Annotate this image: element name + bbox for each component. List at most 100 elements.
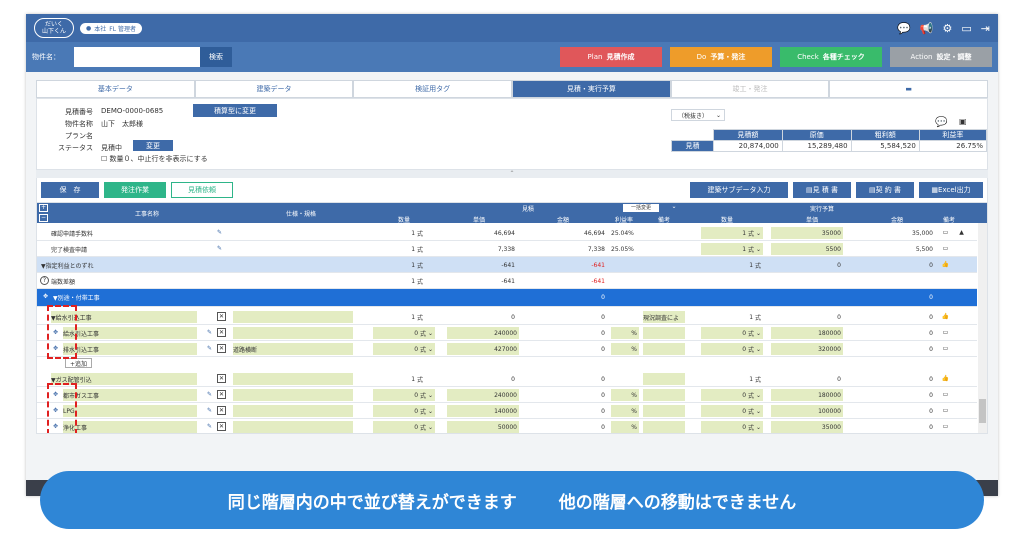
table-row[interactable]: ▼給水引込工事 ✕ 1 式 0 0 現況調査によ 1 式 0 0 👍: [37, 309, 977, 325]
mode-plan-button[interactable]: Plan 見積作成: [560, 47, 662, 67]
mode-do-button[interactable]: Do 予算・発注: [670, 47, 772, 67]
edit-icon[interactable]: ✎: [205, 390, 214, 399]
convert-button[interactable]: 積算型に変更: [193, 104, 277, 117]
row-name-input[interactable]: LPG: [63, 405, 197, 417]
delete-icon[interactable]: ✕: [217, 374, 226, 383]
row-note-input[interactable]: [643, 327, 685, 339]
collapse-toggle[interactable]: ⌃: [36, 170, 988, 178]
budget-qty-select[interactable]: 0 式 ⌄: [701, 327, 763, 339]
budget-qty-select[interactable]: 1 式 ⌄: [701, 243, 763, 255]
table-row[interactable]: ✥ 都市ガス工事 ✎ ✕ 0 式 ⌄ 240000 0 % 0 式 ⌄ 1800…: [37, 387, 977, 403]
table-row[interactable]: ✥ 浄化工事 ✎ ✕ 0 式 ⌄ 50000 0 % 0 式 ⌄ 35000 0…: [37, 419, 977, 433]
table-row[interactable]: ▼指定利益とのずれ 1 式 -641 -641 1 式 0 0 👍: [37, 257, 977, 273]
logout-icon[interactable]: ⇥: [981, 22, 990, 35]
quote-doc-button[interactable]: ▤ 見 積 書: [793, 182, 851, 198]
add-row-button[interactable]: +追加: [65, 358, 93, 368]
delete-icon[interactable]: ✕: [217, 422, 226, 431]
row-name-input[interactable]: 給水引込工事: [63, 327, 197, 339]
expand-all-button[interactable]: +: [39, 204, 48, 212]
delete-icon[interactable]: ✕: [217, 390, 226, 399]
price-input[interactable]: 50000: [447, 421, 519, 433]
drag-handle-icon[interactable]: ✥: [41, 292, 50, 301]
delete-icon[interactable]: ✕: [217, 312, 226, 321]
section-band[interactable]: ✥ ▼別途・付帯工事 0 0: [37, 289, 977, 307]
row-name-input[interactable]: 都市ガス工事: [63, 389, 197, 401]
row-spec-input[interactable]: 道路横断: [233, 343, 353, 355]
margin-input[interactable]: %: [611, 327, 639, 339]
row-name-input[interactable]: 浄化工事: [63, 421, 197, 433]
price-input[interactable]: 140000: [447, 405, 519, 417]
comment-icon[interactable]: ▭: [941, 328, 950, 337]
sub-data-input-button[interactable]: 建築サブデータ入力: [690, 182, 788, 198]
edit-icon[interactable]: ✎: [205, 422, 214, 431]
bulk-change-button[interactable]: 一括変更: [623, 204, 659, 212]
scroll-up-icon[interactable]: ▲: [957, 228, 966, 237]
budget-price-input[interactable]: 320000: [771, 343, 843, 355]
table-row[interactable]: ✥ 給水引込工事 ✎ ✕ 0 式 ⌄ 240000 0 % 0 式 ⌄ 1800…: [37, 325, 977, 341]
tab-completion[interactable]: 竣工・発注: [670, 80, 830, 98]
budget-qty-select[interactable]: 0 式 ⌄: [701, 421, 763, 433]
row-spec-input[interactable]: [233, 389, 353, 401]
quote-request-button[interactable]: 見積依頼: [171, 182, 233, 198]
budget-qty-select[interactable]: 0 式 ⌄: [701, 343, 763, 355]
margin-input[interactable]: %: [611, 421, 639, 433]
budget-price-input[interactable]: 100000: [771, 405, 843, 417]
search-button[interactable]: 検索: [200, 47, 232, 67]
status-change-button[interactable]: 変更: [133, 140, 173, 151]
folder-icon[interactable]: ▭: [961, 22, 971, 35]
margin-input[interactable]: %: [611, 343, 639, 355]
row-spec-input[interactable]: [233, 421, 353, 433]
collapse-all-button[interactable]: −: [39, 214, 48, 222]
row-note-input[interactable]: [643, 405, 685, 417]
edit-icon[interactable]: ✎: [205, 328, 214, 337]
tab-basic[interactable]: 基本データ: [36, 80, 195, 98]
delete-icon[interactable]: ✕: [217, 344, 226, 353]
scrollbar-thumb[interactable]: [979, 399, 986, 423]
edit-icon[interactable]: ✎: [215, 228, 224, 237]
user-chip[interactable]: ● 本社 FL 管理者: [80, 22, 142, 34]
comment-icon[interactable]: ▭: [941, 228, 950, 237]
save-button[interactable]: 保 存: [41, 182, 99, 198]
comment-icon[interactable]: ▭: [941, 244, 950, 253]
thumb-icon[interactable]: 👍: [941, 312, 950, 321]
tax-select[interactable]: （税抜き） ⌄: [671, 109, 725, 121]
margin-input[interactable]: %: [611, 405, 639, 417]
megaphone-icon[interactable]: 📢: [920, 22, 934, 35]
mode-action-button[interactable]: Action 設定・調整: [890, 47, 992, 67]
table-row[interactable]: ✥ LPG ✎ ✕ 0 式 ⌄ 140000 0 % 0 式 ⌄ 100000 …: [37, 403, 977, 419]
chevron-down-icon[interactable]: ⌄: [669, 203, 679, 210]
tab-estimate-budget[interactable]: 見積・実行予算: [512, 80, 671, 98]
qty-select[interactable]: 0 式 ⌄: [373, 421, 435, 433]
tab-verify-tag[interactable]: 検証用タグ: [353, 80, 513, 98]
qty-select[interactable]: 0 式 ⌄: [373, 389, 435, 401]
row-note-input[interactable]: [643, 421, 685, 433]
search-input[interactable]: [74, 47, 200, 67]
table-row[interactable]: 確認申請手数料 ✎ 1 式 46,694 46,694 25.04% 1 式 ⌄…: [37, 225, 977, 241]
gear-icon[interactable]: ⚙: [943, 22, 953, 35]
budget-price-input[interactable]: 5500: [771, 243, 843, 255]
chat-icon[interactable]: 💬: [935, 117, 947, 128]
thumb-icon[interactable]: 👍: [941, 374, 950, 383]
budget-price-input[interactable]: 35000: [771, 421, 843, 433]
price-input[interactable]: 240000: [447, 327, 519, 339]
hide-zero-checkbox[interactable]: ☐ 数量０、中止行を非表示にする: [101, 154, 208, 164]
grid-scrollbar[interactable]: [978, 223, 987, 433]
margin-input[interactable]: %: [611, 389, 639, 401]
tab-building[interactable]: 建築データ: [194, 80, 354, 98]
table-row[interactable]: 完了検査申請 ✎ 1 式 7,338 7,338 25.05% 1 式 ⌄ 55…: [37, 241, 977, 257]
log-icon[interactable]: ▣: [959, 117, 967, 126]
comment-icon[interactable]: ▭: [941, 422, 950, 431]
delete-icon[interactable]: ✕: [217, 328, 226, 337]
thumb-icon[interactable]: 👍: [941, 260, 950, 269]
budget-price-input[interactable]: 180000: [771, 327, 843, 339]
comment-icon[interactable]: ▭: [941, 344, 950, 353]
budget-qty-select[interactable]: 0 式 ⌄: [701, 405, 763, 417]
qty-select[interactable]: 0 式 ⌄: [373, 405, 435, 417]
excel-export-button[interactable]: ▦ Excel出力: [919, 182, 983, 198]
row-note-input[interactable]: [643, 343, 685, 355]
price-input[interactable]: 240000: [447, 389, 519, 401]
edit-icon[interactable]: ✎: [205, 406, 214, 415]
row-spec-input[interactable]: [233, 405, 353, 417]
edit-icon[interactable]: ✎: [205, 344, 214, 353]
delete-icon[interactable]: ✕: [217, 406, 226, 415]
